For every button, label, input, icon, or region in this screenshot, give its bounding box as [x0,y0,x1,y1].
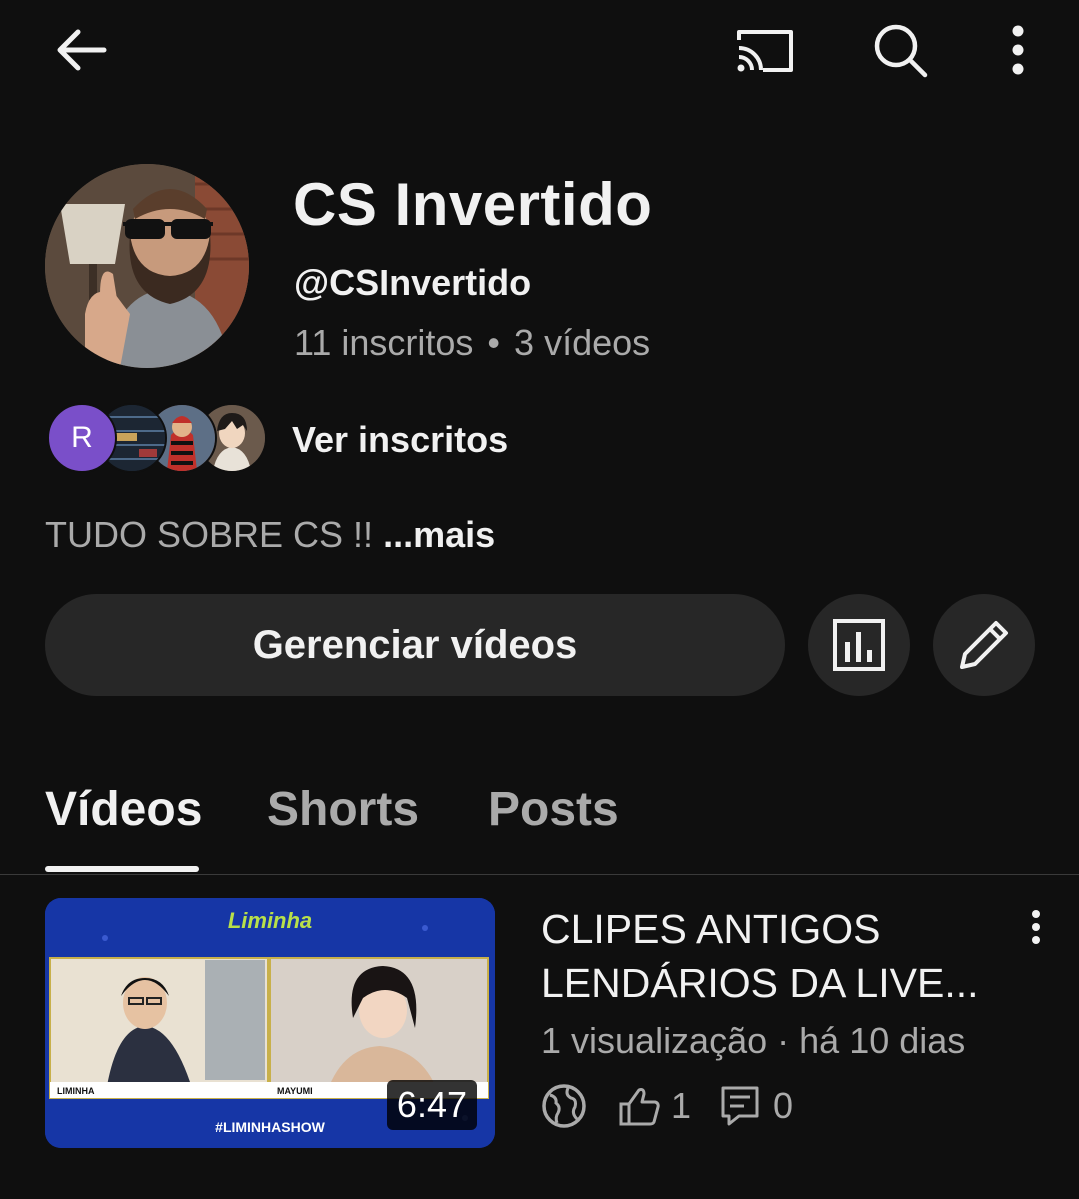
channel-stats: 11 inscritos • 3 vídeos [294,322,650,364]
view-subscribers-link[interactable]: Ver inscritos [292,419,508,461]
description-more-link[interactable]: ...mais [383,514,495,555]
subscriber-count: 11 inscritos [294,322,474,363]
comment-count: 0 [719,1080,793,1132]
manage-videos-label: Gerenciar vídeos [252,622,578,667]
thumbnail-name-left: LIMINHA [57,1086,95,1096]
stats-separator: • [487,322,501,363]
cast-icon [737,30,793,72]
video-stats: 1 0 [541,1080,941,1132]
like-count-value: 1 [671,1085,692,1126]
thumbnail-name-right: MAYUMI [277,1086,313,1096]
active-tab-indicator [45,866,199,872]
channel-tabs: Vídeos Shorts Posts [0,760,1079,875]
video-meta: 1 visualização · há 10 dias [541,1020,965,1062]
channel-handle: @CSInvertido [294,262,532,303]
more-options-button[interactable] [988,14,1048,86]
analytics-icon [833,619,885,671]
comment-count-value: 0 [773,1085,794,1126]
channel-avatar-image [45,164,249,368]
tab-shorts[interactable]: Shorts [267,782,419,837]
search-button[interactable] [862,14,938,86]
video-title[interactable]: CLIPES ANTIGOS LENDÁRIOS DA LIVE... [541,902,1001,1010]
search-icon [874,24,928,78]
comment-icon [721,1086,759,1126]
thumbnail-brand: Liminha [228,908,312,933]
tab-posts[interactable]: Posts [488,782,619,837]
visibility-public [541,1080,587,1132]
tab-videos[interactable]: Vídeos [45,782,202,837]
video-thumbnail[interactable]: Liminha LIMINHA MAYUMI #LIMINHASHOW 6:47 [45,898,495,1148]
more-vertical-icon [1032,910,1040,944]
video-count: 3 vídeos [514,322,651,363]
thumbs-up-icon [619,1088,660,1126]
pencil-icon [960,621,1008,669]
edit-channel-button[interactable] [933,594,1035,696]
analytics-button[interactable] [808,594,910,696]
channel-avatar[interactable] [45,164,249,368]
cast-button[interactable] [726,18,802,82]
subscriber-initial: R [71,421,93,454]
arrow-left-icon [57,29,107,71]
more-vertical-icon [1012,25,1024,75]
subscriber-avatar: R [47,403,117,473]
meta-separator: · [777,1020,790,1061]
video-views: 1 visualização [541,1020,768,1061]
top-app-bar [0,0,1079,110]
manage-videos-button[interactable]: Gerenciar vídeos [45,594,785,696]
channel-name: CS Invertido [293,171,653,238]
globe-icon [542,1084,586,1128]
video-more-options-button[interactable] [1016,902,1056,952]
back-button[interactable] [40,18,120,82]
channel-description[interactable]: TUDO SOBRE CS !! ...mais [45,514,495,556]
video-list-item[interactable]: Liminha LIMINHA MAYUMI #LIMINHASHOW 6:47… [0,898,1079,1148]
like-count: 1 [617,1080,691,1132]
thumbnail-hashtag: #LIMINHASHOW [215,1119,325,1135]
video-age: há 10 dias [799,1020,966,1061]
video-duration: 6:47 [386,1080,477,1130]
description-text: TUDO SOBRE CS !! [45,514,374,555]
